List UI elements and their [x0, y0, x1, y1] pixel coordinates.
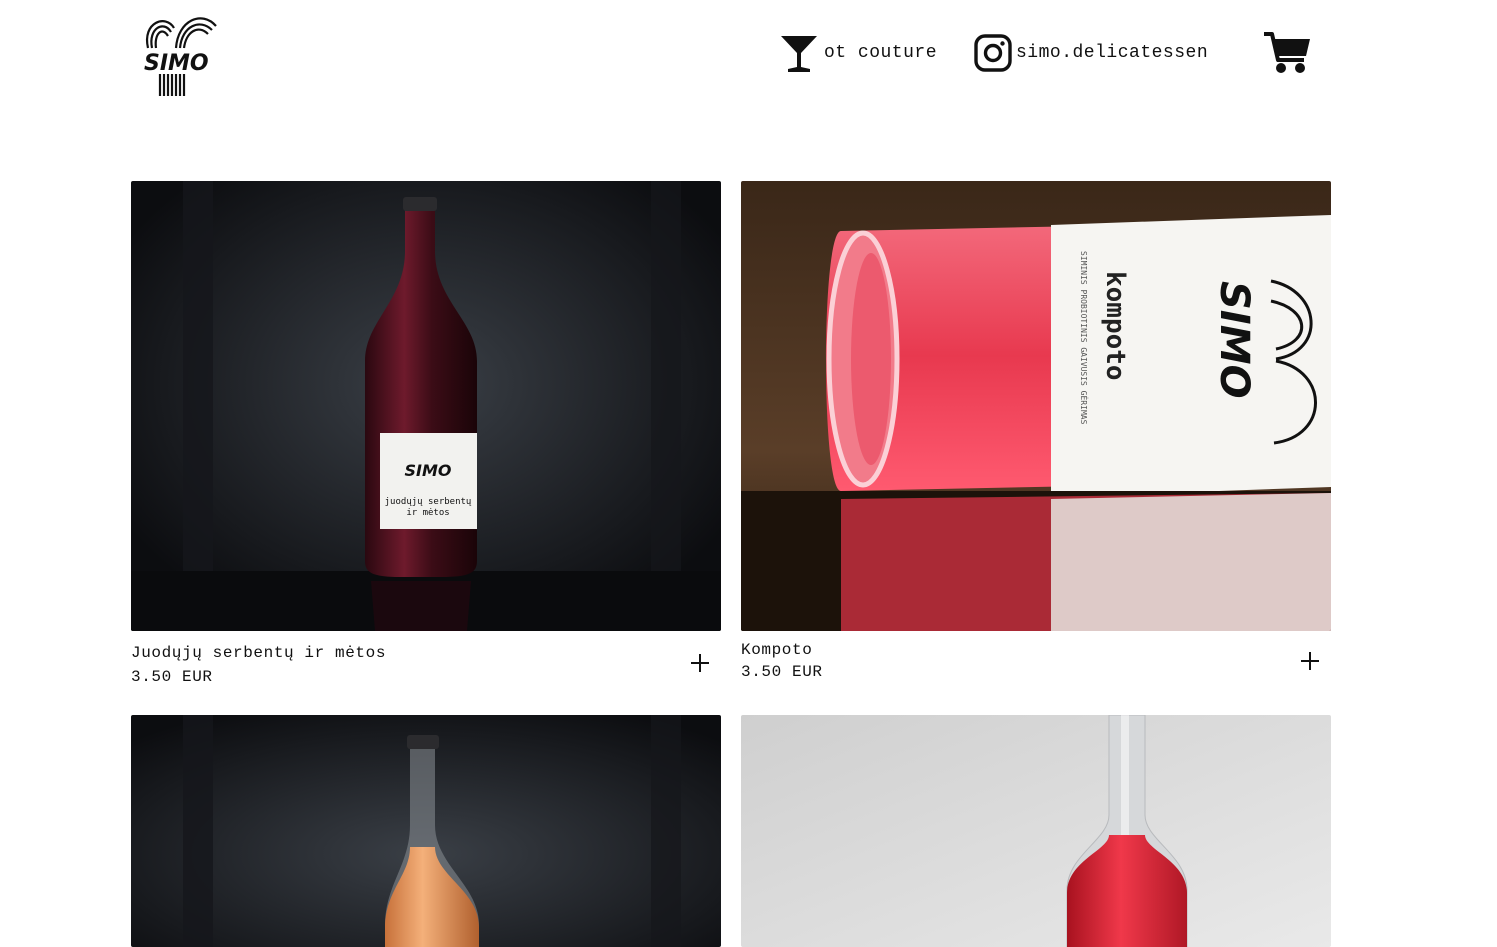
cart-button[interactable]	[1262, 30, 1312, 76]
product-photo[interactable]: SIMO juodųjų serbentų ir mėtos	[131, 181, 721, 631]
svg-text:SIMO: SIMO	[405, 461, 452, 480]
product-photo[interactable]	[131, 715, 721, 947]
simo-logo[interactable]: SIMO	[140, 8, 224, 98]
product-photo[interactable]: kompoto SIMINIS PROBIOTINIS GAIVUSIS GĖR…	[741, 181, 1331, 631]
svg-text:SIMO: SIMO	[144, 51, 209, 76]
product-card[interactable]: SIMO juodųjų serbentų ir mėtos Juodųjų s…	[131, 181, 721, 691]
svg-text:juodųjų serbentų: juodųjų serbentų	[385, 497, 472, 507]
product-price: 3.50 EUR	[741, 663, 823, 681]
cocktail-glass-icon	[780, 33, 818, 73]
svg-text:kompoto: kompoto	[1100, 271, 1130, 381]
nav-label: simo.delicatessen	[1016, 43, 1209, 63]
simo-logo-mark: SIMO	[144, 17, 217, 96]
product-price: 3.50 EUR	[131, 668, 213, 686]
product-name: Kompoto	[741, 641, 813, 659]
product-card[interactable]	[131, 715, 721, 947]
product-card[interactable]: kompoto SIMINIS PROBIOTINIS GAIVUSIS GĖR…	[741, 181, 1331, 691]
svg-text:SIMINIS PROBIOTINIS GAIVUSIS G: SIMINIS PROBIOTINIS GAIVUSIS GĖRIMAS	[1079, 251, 1089, 425]
add-to-cart-button[interactable]	[691, 654, 709, 672]
product-photo[interactable]	[741, 715, 1331, 947]
svg-text:ir mėtos: ir mėtos	[406, 508, 449, 518]
nav-ot-couture[interactable]: ot couture	[780, 30, 937, 76]
nav-instagram[interactable]: simo.delicatessen	[974, 30, 1208, 76]
product-name: Juodųjų serbentų ir mėtos	[131, 644, 387, 662]
product-card[interactable]	[741, 715, 1331, 947]
instagram-icon	[974, 34, 1012, 72]
add-to-cart-button[interactable]	[1301, 652, 1319, 670]
shopping-cart-icon	[1264, 32, 1310, 73]
nav-label: ot couture	[824, 43, 938, 63]
svg-text:SIMO: SIMO	[1211, 281, 1257, 399]
